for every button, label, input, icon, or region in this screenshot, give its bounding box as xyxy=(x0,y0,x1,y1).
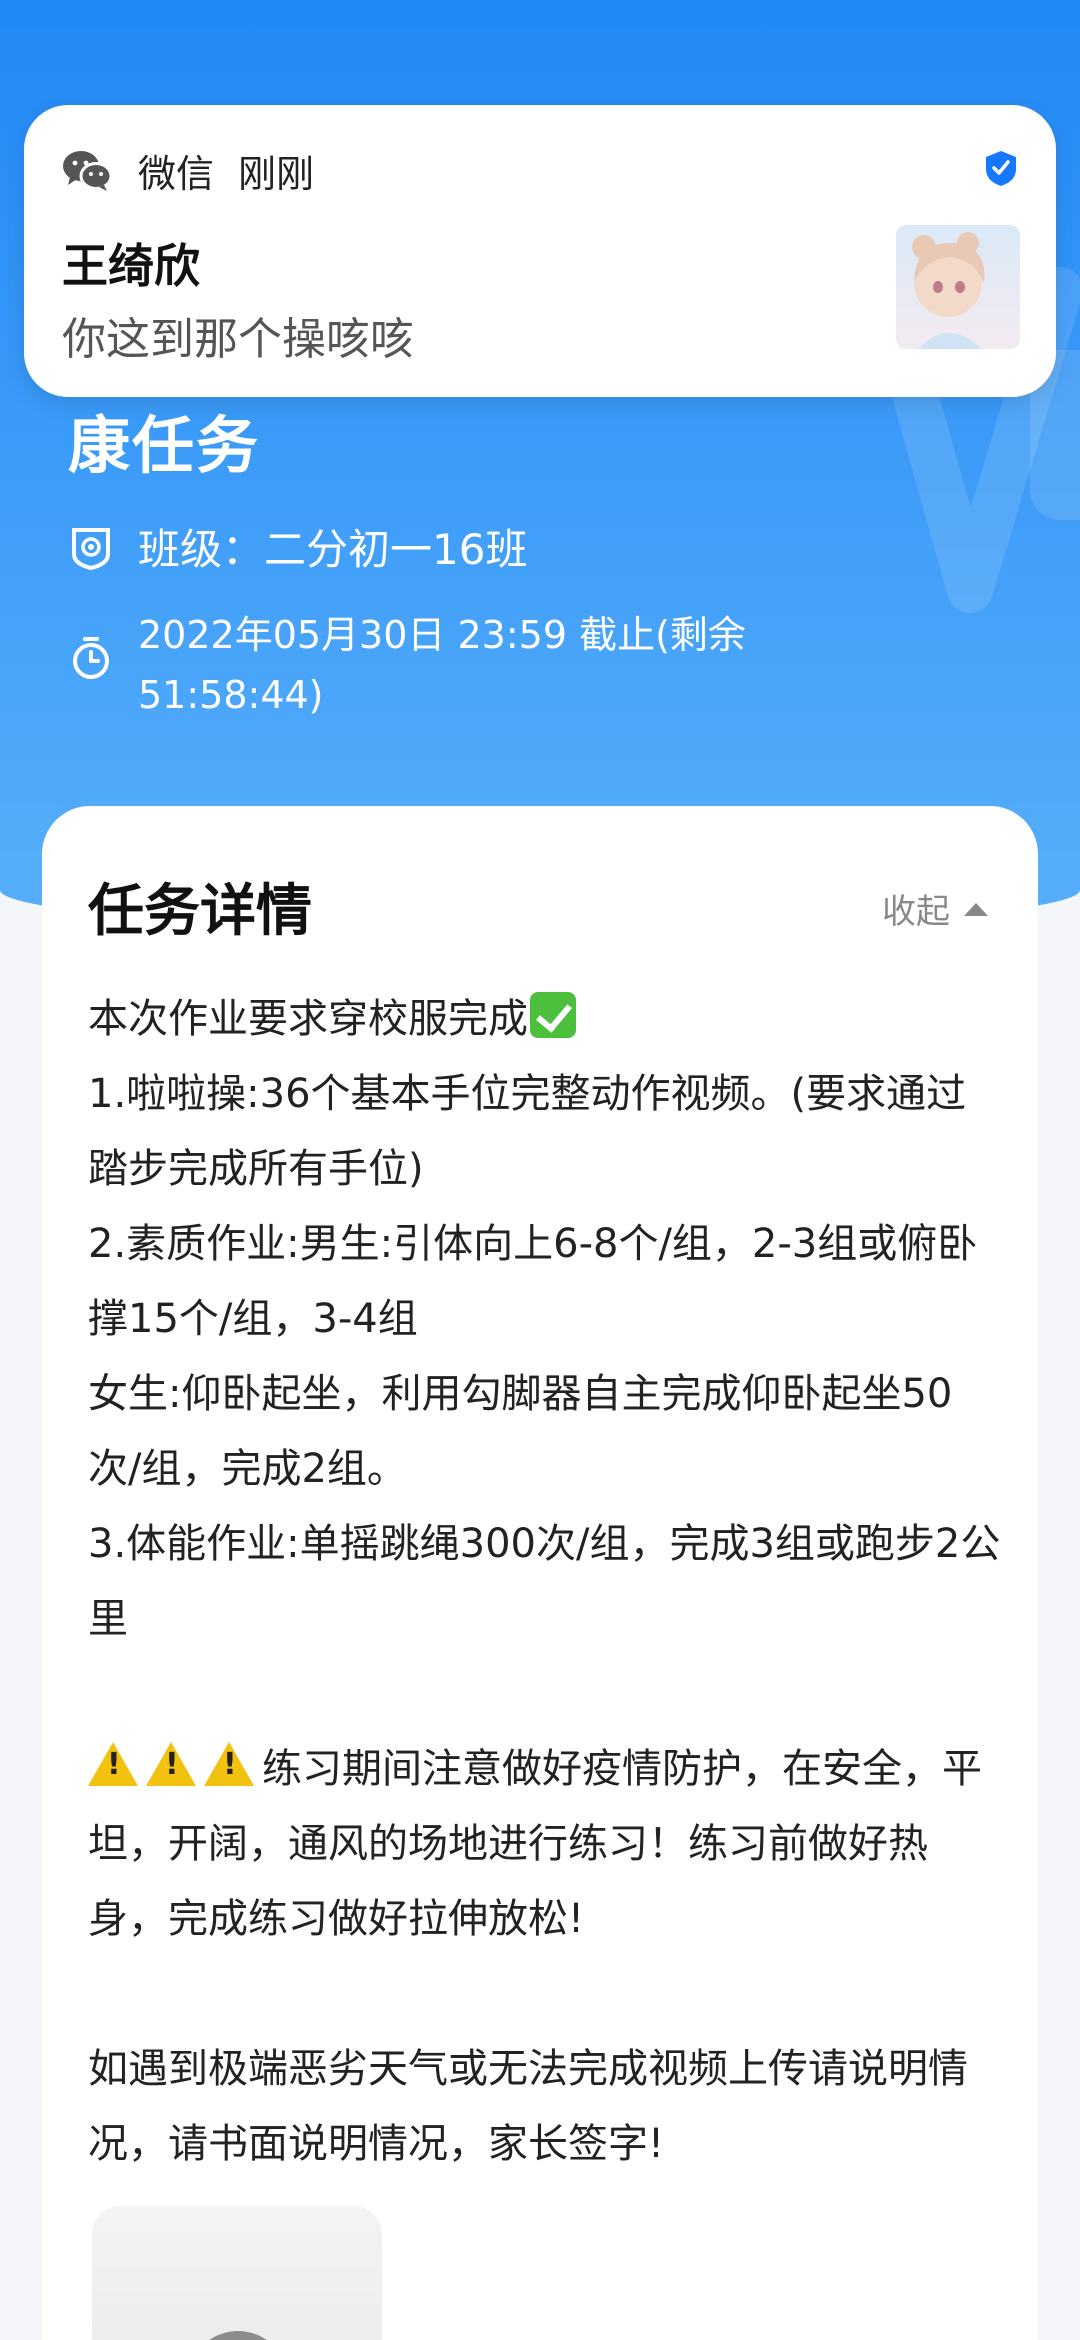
play-icon[interactable] xyxy=(188,2331,288,2340)
class-row: 班级：二分初一16班 xyxy=(68,520,527,580)
wechat-icon xyxy=(63,150,112,191)
desc-line-3: 2.素质作业:男生:引体向上6-8个/组，2-3组或俯卧撑15个/组，3-4组 xyxy=(88,1221,978,1342)
task-detail-card: 任务详情 收起 本次作业要求穿校服完成 1.啦啦操:36个基本手位完整动作视频。… xyxy=(42,806,1038,2340)
deadline-text: 2022年05月30日 23:59 截止(剩余51:58:44) xyxy=(138,613,746,717)
warning-emoji xyxy=(146,1742,196,1786)
task-title: 康任务 xyxy=(68,409,261,482)
check-mark-emoji xyxy=(530,992,576,1038)
desc-line-4: 女生:仰卧起坐，利用勾脚器自主完成仰卧起坐50次/组，完成2组。 xyxy=(88,1371,953,1492)
warning-emoji xyxy=(88,1742,138,1786)
triangle-up-icon xyxy=(964,902,988,916)
shield-check-icon xyxy=(986,151,1016,186)
collapse-label: 收起 xyxy=(882,892,950,932)
class-badge-icon xyxy=(72,528,110,570)
video-thumbnail[interactable] xyxy=(92,2206,382,2340)
desc-line-1: 本次作业要求穿校服完成 xyxy=(88,996,528,1042)
collapse-button[interactable]: 收起 xyxy=(882,884,990,933)
notification-sender: 王绮欣 xyxy=(62,239,200,293)
warning-emoji xyxy=(204,1742,254,1786)
wechat-notification[interactable]: 微信 刚刚 王绮欣 你这到那个操咳咳 xyxy=(24,105,1056,397)
desc-line-2: 1.啦啦操:36个基本手位完整动作视频。(要求通过踏步完成所有手位) xyxy=(88,1071,967,1192)
notification-time: 刚刚 xyxy=(238,152,315,196)
note-text: 如遇到极端恶劣天气或无法完成视频上传请说明情况，请书面说明情况，家长签字! xyxy=(88,2046,968,2167)
desc-line-5: 3.体能作业:单摇跳绳300次/组，完成3组或跑步2公里 xyxy=(88,1521,1001,1642)
avatar xyxy=(896,225,1020,349)
notification-app-row: 微信 刚刚 xyxy=(62,143,314,198)
task-page: 康任务 班级：二分初一16班 2022年05月30日 23:59 截止(剩余51… xyxy=(0,0,1080,2340)
detail-heading: 任务详情 xyxy=(88,879,312,944)
timer-icon xyxy=(73,637,109,679)
notification-app-name: 微信 xyxy=(138,152,215,196)
deadline-row: 2022年05月30日 23:59 截止(剩余51:58:44) xyxy=(68,605,778,725)
task-description: 本次作业要求穿校服完成 1.啦啦操:36个基本手位完整动作视频。(要求通过踏步完… xyxy=(88,982,1004,2182)
class-label: 班级：二分初一16班 xyxy=(138,525,528,574)
notification-message: 你这到那个操咳咳 xyxy=(62,314,414,365)
